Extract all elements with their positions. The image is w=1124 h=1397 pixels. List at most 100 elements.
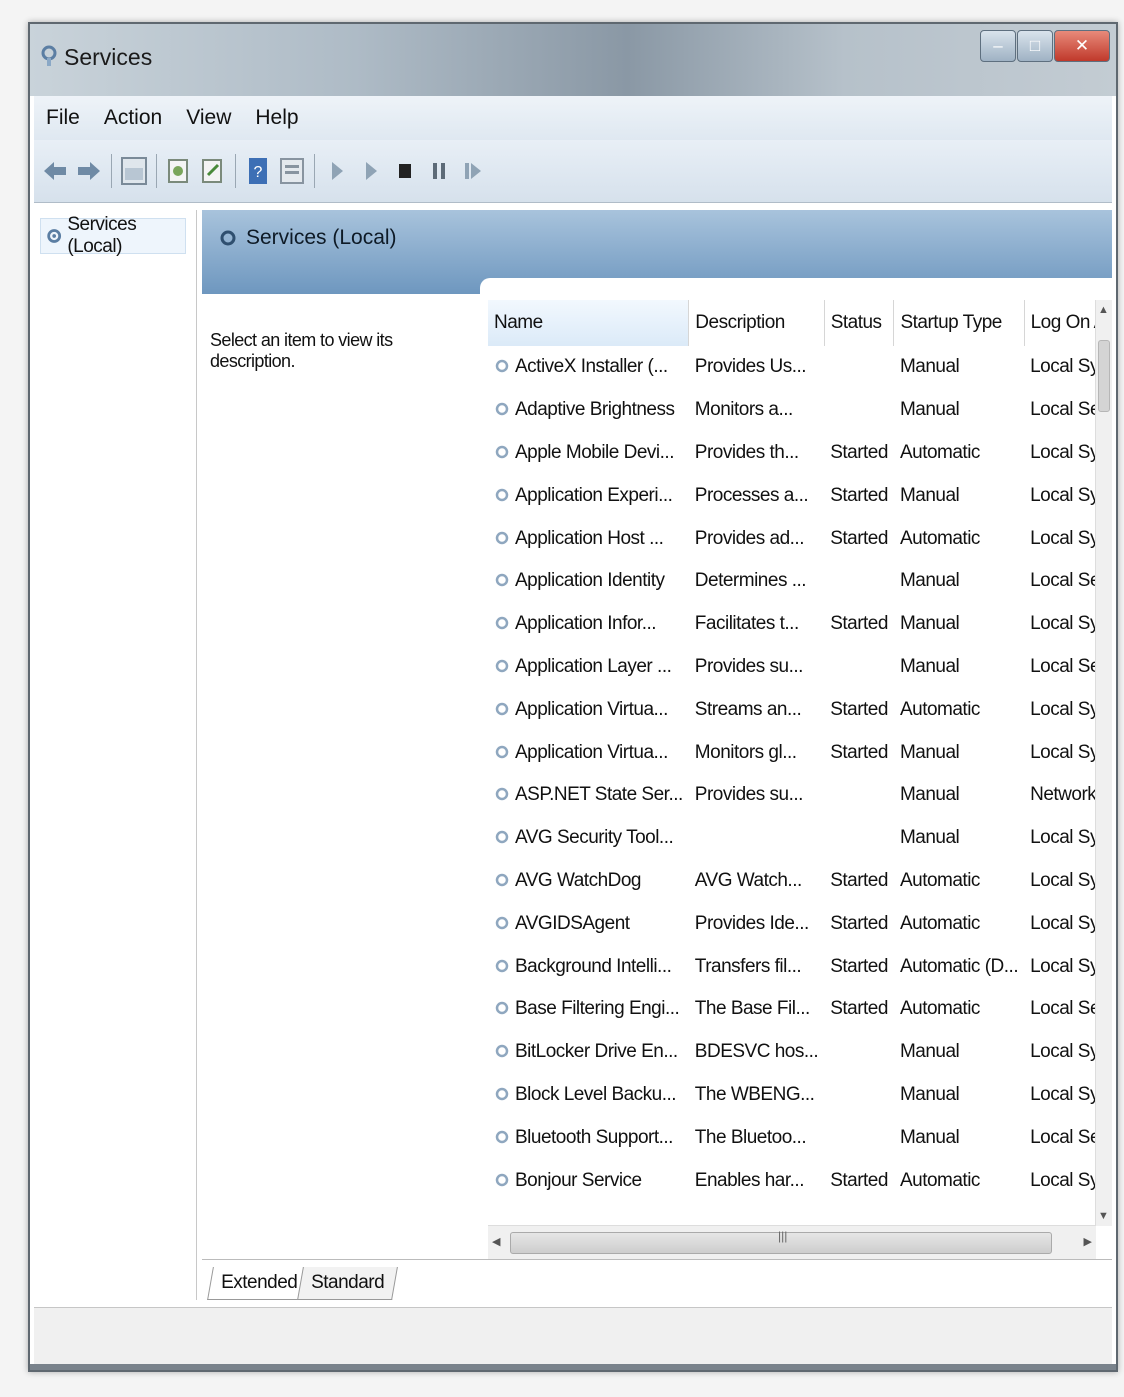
- horizontal-scrollbar[interactable]: ◀ ||| ▶: [488, 1225, 1096, 1260]
- refresh-button[interactable]: [198, 154, 228, 188]
- service-icon: [495, 445, 509, 459]
- table-row[interactable]: Base Filtering Engi... The Base Fil... Sta…: [488, 988, 1112, 1031]
- help-button[interactable]: ?: [243, 154, 273, 188]
- cell-name: Application Virtua...: [488, 731, 689, 774]
- column-header-description[interactable]: Description: [688, 300, 825, 346]
- table-row[interactable]: Bonjour Service Enables har... Started Auto…: [488, 1159, 1112, 1202]
- table-row[interactable]: BitLocker Drive En... BDESVC hos... Manual…: [488, 1031, 1112, 1074]
- export-icon: [168, 159, 188, 183]
- table-row[interactable]: Application Virtua... Monitors gl... Start…: [488, 731, 1112, 774]
- cell-startup-type: Manual: [899, 484, 960, 506]
- cell-status: Started: [830, 741, 888, 763]
- title-bar[interactable]: Services – □ ✕: [30, 24, 1116, 96]
- service-icon: [495, 1002, 509, 1015]
- cell-name: Block Level Backu...: [488, 1074, 689, 1117]
- table-row[interactable]: Application Identity Determines ... Manual…: [488, 560, 1112, 603]
- table-row[interactable]: Bluetooth Support... The Bluetoo... Manual…: [488, 1116, 1112, 1159]
- pause-service-icon: [433, 163, 445, 179]
- cell-startup-type: Manual: [899, 741, 960, 763]
- service-icon: [495, 830, 509, 844]
- table-row[interactable]: AVG WatchDog AVG Watch... Started Automatic…: [488, 860, 1112, 903]
- export-button[interactable]: [164, 154, 194, 188]
- service-icon: [495, 702, 509, 715]
- menu-action[interactable]: Action: [92, 106, 174, 130]
- service-icon: [495, 659, 509, 673]
- menu-file[interactable]: File: [34, 106, 92, 130]
- forward-button[interactable]: [74, 154, 104, 188]
- tab-standard[interactable]: Standard: [297, 1267, 399, 1300]
- vertical-scroll-thumb[interactable]: [1098, 340, 1110, 412]
- vertical-scrollbar[interactable]: ▲ ▼: [1095, 300, 1112, 1226]
- services-table: Name Description Status Startup Type Log…: [488, 300, 1112, 1202]
- table-row[interactable]: Application Infor... Facilitates t... Star…: [488, 603, 1112, 646]
- table-row[interactable]: ActiveX Installer (... Provides Us... Manu…: [488, 346, 1112, 389]
- close-button[interactable]: ✕: [1054, 30, 1110, 62]
- cell-startup-type: Manual: [899, 1126, 960, 1148]
- cell-description: The Bluetoo...: [694, 1126, 807, 1148]
- table-row[interactable]: Block Level Backu... The WBENG... Manual Lo…: [488, 1074, 1112, 1117]
- back-icon: [44, 162, 66, 180]
- maximize-button[interactable]: □: [1017, 30, 1053, 62]
- table-row[interactable]: Application Layer ... Provides su... Manua…: [488, 646, 1112, 689]
- window-title: Services: [64, 44, 153, 70]
- stop-service-button[interactable]: [390, 154, 420, 188]
- start-service-button[interactable]: [322, 154, 352, 188]
- cell-description: AVG Watch...: [694, 869, 802, 891]
- service-name: AVGIDSAgent: [515, 912, 630, 934]
- table-row[interactable]: Background Intelli... Transfers fil... Sta…: [488, 945, 1112, 988]
- service-name: Bonjour Service: [515, 1169, 642, 1191]
- cell-startup-type: Manual: [899, 1041, 960, 1063]
- back-button[interactable]: [40, 154, 70, 188]
- menu-view[interactable]: View: [174, 106, 243, 130]
- services-table-body: ActiveX Installer (... Provides Us... Manu…: [488, 346, 1112, 1202]
- table-row[interactable]: Adaptive Brightness Monitors a... Manual Lo…: [488, 389, 1112, 432]
- refresh-icon: [202, 159, 222, 183]
- table-row[interactable]: Apple Mobile Devi... Provides th... Starte…: [488, 432, 1112, 475]
- tab-extended[interactable]: Extended: [207, 1267, 312, 1300]
- menu-help[interactable]: Help: [243, 106, 310, 130]
- cell-name: ActiveX Installer (...: [488, 346, 689, 389]
- scroll-down-icon[interactable]: ▼: [1098, 1210, 1109, 1222]
- column-header-startup-type[interactable]: Startup Type: [893, 300, 1025, 346]
- scroll-grip-icon: |||: [778, 1229, 788, 1243]
- header-band: Services (Local): [202, 210, 1112, 298]
- scroll-right-icon[interactable]: ▶: [1084, 1235, 1092, 1248]
- services-gear-icon: [220, 230, 236, 246]
- tree-item-services-local[interactable]: Services (Local): [40, 214, 186, 257]
- resume-service-button[interactable]: [458, 154, 488, 188]
- toolbar-separator: [156, 154, 157, 188]
- column-header-name[interactable]: Name: [488, 300, 690, 346]
- table-row[interactable]: AVGIDSAgent Provides Ide... Started Automat…: [488, 902, 1112, 945]
- forward-icon: [78, 162, 100, 180]
- scroll-up-icon[interactable]: ▲: [1098, 304, 1109, 316]
- cell-status: Started: [830, 441, 888, 463]
- cell-name: Apple Mobile Devi...: [488, 432, 689, 475]
- table-row[interactable]: ASP.NET State Ser... Provides su... Manual…: [488, 774, 1112, 817]
- cell-status: Started: [830, 998, 888, 1020]
- table-row[interactable]: Application Host ... Provides ad... Starte…: [488, 517, 1112, 560]
- maximize-icon: □: [1029, 36, 1041, 55]
- cell-description: Transfers fil...: [694, 955, 802, 977]
- pause-service-button[interactable]: [424, 154, 454, 188]
- service-name: Block Level Backu...: [515, 1083, 677, 1105]
- properties-button[interactable]: [277, 154, 307, 188]
- table-row[interactable]: Application Experi... Processes a... Start…: [488, 474, 1112, 517]
- table-row[interactable]: Application Virtua... Streams an... Starte…: [488, 688, 1112, 731]
- service-name: Apple Mobile Devi...: [515, 441, 674, 463]
- cell-description: Provides Ide...: [694, 912, 809, 934]
- service-name: Adaptive Brightness: [515, 399, 675, 421]
- column-header-status[interactable]: Status: [824, 300, 895, 346]
- cell-name: Application Infor...: [488, 603, 689, 646]
- minimize-button[interactable]: –: [980, 30, 1016, 62]
- show-hide-tree-button[interactable]: [119, 154, 149, 188]
- scroll-left-icon[interactable]: ◀: [492, 1235, 500, 1248]
- start-service-2-button[interactable]: [356, 154, 386, 188]
- service-icon: [495, 745, 509, 758]
- description-pane: Select an item to view its description.: [210, 330, 393, 371]
- table-row[interactable]: AVG Security Tool...ManualLocal Syste...: [488, 817, 1112, 860]
- minimize-icon: –: [993, 36, 1003, 55]
- cell-startup-type: Manual: [899, 399, 960, 421]
- console-tree-pane: Services (Local): [36, 210, 197, 1300]
- cell-startup-type: Automatic: [899, 441, 980, 463]
- stop-service-icon: [399, 164, 411, 178]
